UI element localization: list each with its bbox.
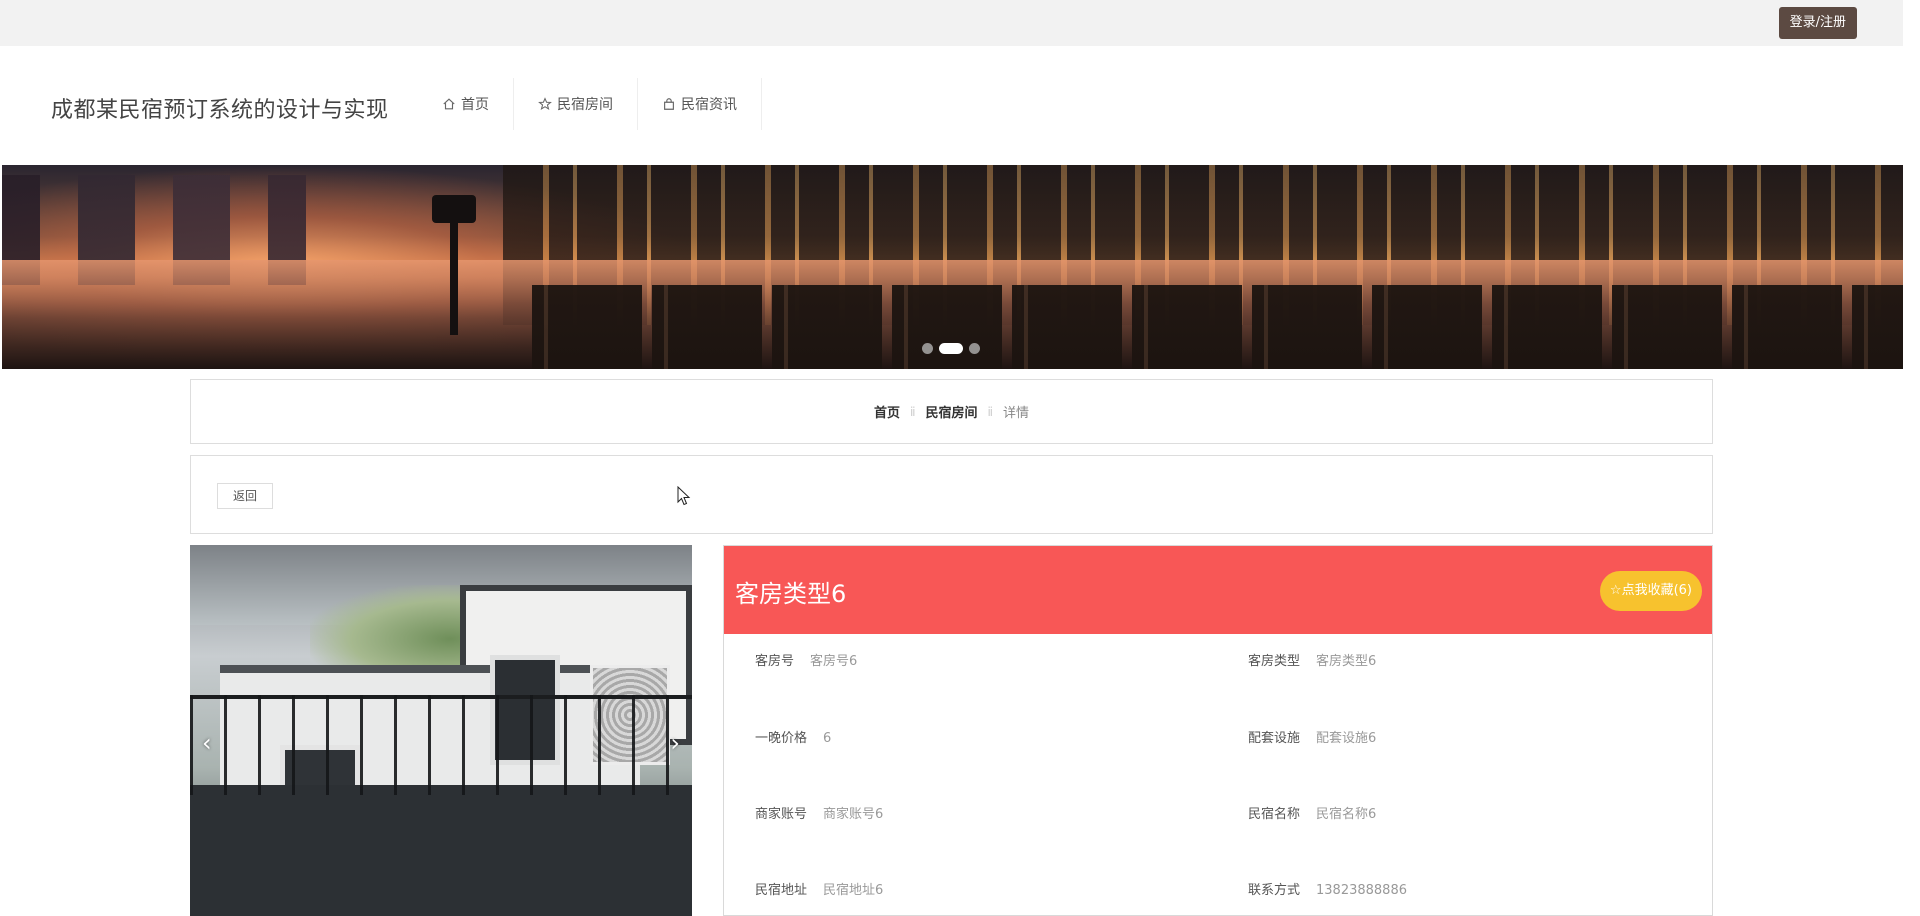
carousel-dot-1[interactable] bbox=[922, 343, 933, 354]
breadcrumb-rooms[interactable]: 民宿房间 bbox=[925, 402, 977, 421]
field-label: 联系方式 bbox=[1248, 883, 1301, 898]
site-title: 成都某民宿预订系统的设计与实现 bbox=[51, 98, 389, 123]
breadcrumb-home[interactable]: 首页 bbox=[874, 402, 900, 421]
room-title: 客房类型6 bbox=[735, 580, 847, 608]
main-nav: 首页 民宿房间 民宿资讯 bbox=[418, 78, 762, 130]
carousel-dot-2[interactable] bbox=[939, 343, 963, 354]
field-price: 一晚价格 6 bbox=[755, 727, 831, 746]
field-bnb-address: 民宿地址 民宿地址6 bbox=[755, 879, 883, 898]
detail-header: 客房类型6 ☆点我收藏(6) bbox=[724, 546, 1712, 634]
field-label: 一晚价格 bbox=[755, 731, 808, 746]
field-value: 民宿地址6 bbox=[823, 883, 884, 898]
field-label: 民宿名称 bbox=[1248, 807, 1301, 822]
field-contact: 联系方式 13823888886 bbox=[1248, 879, 1407, 898]
field-facilities: 配套设施 配套设施6 bbox=[1248, 727, 1376, 746]
banner-railing bbox=[532, 285, 1903, 369]
carousel-dot-3[interactable] bbox=[969, 343, 980, 354]
breadcrumb-separator: ⅱ bbox=[909, 404, 916, 419]
field-room-type: 客房类型 客房类型6 bbox=[1248, 650, 1376, 669]
breadcrumb-current: 详情 bbox=[1003, 406, 1030, 421]
field-label: 商家账号 bbox=[755, 807, 808, 822]
star-icon bbox=[538, 97, 552, 111]
login-register-button[interactable]: 登录/注册 bbox=[1778, 7, 1857, 39]
field-merchant-account: 商家账号 商家账号6 bbox=[755, 803, 883, 822]
site-header: 成都某民宿预订系统的设计与实现 首页 民宿房间 民宿资讯 bbox=[0, 46, 1903, 165]
banner-lamp-head bbox=[432, 195, 476, 223]
nav-item-label: 民宿房间 bbox=[557, 97, 613, 113]
field-bnb-name: 民宿名称 民宿名称6 bbox=[1248, 803, 1376, 822]
bag-icon bbox=[664, 98, 674, 110]
nav-item-news[interactable]: 民宿资讯 bbox=[638, 78, 762, 130]
favorite-button[interactable]: ☆点我收藏(6) bbox=[1599, 571, 1702, 611]
room-image-gallery: ‹ › bbox=[190, 545, 692, 916]
home-icon bbox=[443, 98, 455, 110]
gallery-next-arrow-icon[interactable]: › bbox=[670, 729, 680, 757]
gallery-container-lower bbox=[190, 785, 692, 916]
nav-item-label: 民宿资讯 bbox=[681, 97, 737, 113]
breadcrumb: 首页 ⅱ 民宿房间 ⅱ 详情 bbox=[190, 379, 1713, 444]
room-detail-panel: 客房类型6 ☆点我收藏(6) 客房号 客房号6 客房类型 客房类型6 一晚价格 6 配… bbox=[723, 545, 1713, 916]
top-bar: 登录/注册 bbox=[0, 0, 1903, 46]
back-button[interactable]: 返回 bbox=[217, 483, 273, 509]
field-value: 13823888886 bbox=[1316, 883, 1407, 898]
field-value: 客房号6 bbox=[810, 654, 858, 669]
field-label: 民宿地址 bbox=[755, 883, 808, 898]
field-value: 客房类型6 bbox=[1316, 654, 1377, 669]
field-value: 配套设施6 bbox=[1316, 731, 1377, 746]
action-bar: 返回 bbox=[190, 455, 1713, 534]
nav-item-label: 首页 bbox=[461, 97, 489, 113]
field-value: 民宿名称6 bbox=[1316, 807, 1377, 822]
banner-carousel bbox=[2, 165, 1903, 369]
field-label: 客房类型 bbox=[1248, 654, 1301, 669]
gallery-prev-arrow-icon[interactable]: ‹ bbox=[202, 729, 212, 757]
field-value: 商家账号6 bbox=[823, 807, 884, 822]
field-value: 6 bbox=[823, 731, 832, 746]
field-label: 客房号 bbox=[755, 654, 795, 669]
field-label: 配套设施 bbox=[1248, 731, 1301, 746]
mouse-cursor-icon bbox=[677, 486, 691, 506]
field-room-no: 客房号 客房号6 bbox=[755, 650, 857, 669]
gallery-railing bbox=[190, 695, 692, 795]
carousel-indicators bbox=[922, 343, 980, 354]
breadcrumb-separator: ⅱ bbox=[987, 404, 994, 419]
nav-item-rooms[interactable]: 民宿房间 bbox=[514, 78, 638, 130]
nav-item-home[interactable]: 首页 bbox=[418, 78, 514, 130]
